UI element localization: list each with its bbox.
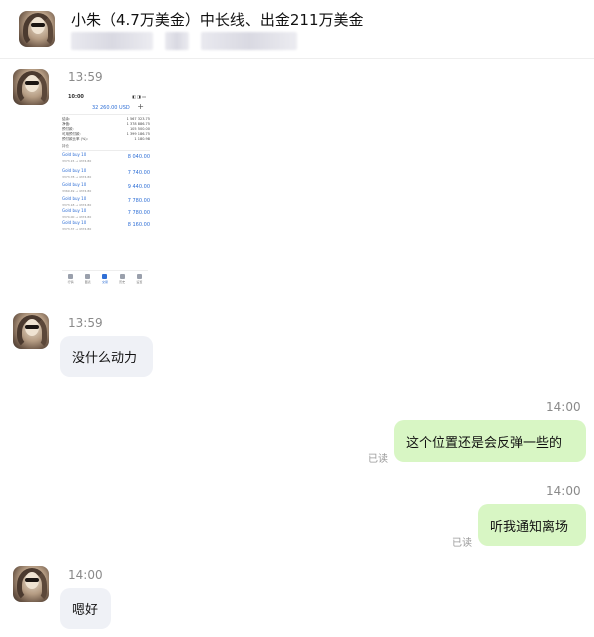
sender-avatar[interactable]: [13, 313, 49, 349]
avatar-glasses: [25, 578, 39, 582]
chat-title: 小朱（4.7万美金）中长线、出金211万美金: [71, 11, 364, 29]
shot-account-row: 预付款比率 (%): 1 180.98: [62, 137, 150, 141]
shot-status-icons: ◧ ◨ ▭: [132, 94, 146, 99]
shot-nav-item: 设置: [136, 274, 142, 284]
avatar-glasses: [25, 81, 39, 85]
sender-avatar[interactable]: [13, 566, 49, 602]
shot-balance: 32 260.00 USD: [92, 105, 130, 111]
blurred-subtitle: [201, 32, 297, 50]
divider: [62, 150, 150, 151]
message-timestamp: 13:59: [68, 316, 103, 330]
contact-avatar[interactable]: [19, 11, 55, 47]
avatar-glasses: [25, 325, 39, 329]
divider: [62, 114, 150, 115]
message-timestamp: 13:59: [68, 70, 103, 84]
shot-order-row: Gold buy 10 3373.15 → 4374.80 8 040.00: [62, 152, 150, 163]
sender-avatar[interactable]: [13, 69, 49, 105]
message-timestamp: 14:00: [68, 568, 103, 582]
outgoing-message[interactable]: 听我通知离场: [478, 504, 586, 546]
incoming-message[interactable]: 没什么动力: [60, 336, 153, 377]
read-receipt: 已读: [452, 538, 472, 549]
message-timestamp: 14:00: [546, 484, 581, 498]
shot-bottom-nav: 行情 图表 交易 历史 设置: [62, 270, 148, 287]
avatar-glasses: [31, 23, 45, 27]
blurred-subtitle: [165, 32, 189, 50]
shot-nav-item: 历史: [119, 274, 125, 284]
shot-nav-item: 行情: [68, 274, 74, 284]
shot-nav-item: 图表: [85, 274, 91, 284]
shot-section-label: 持仓: [62, 144, 69, 148]
shot-plus-icon: +: [137, 102, 144, 111]
blurred-subtitle: [71, 32, 153, 50]
message-timestamp: 14:00: [546, 400, 581, 414]
shot-order-row: Gold buy 10 3373.37 → 4374.80 8 160.00: [62, 220, 150, 231]
read-receipt: 已读: [368, 454, 388, 465]
image-message[interactable]: 10:00 ◧ ◨ ▭ 32 260.00 USD + 结余: 1 567 323…: [60, 92, 152, 288]
incoming-message[interactable]: 嗯好: [60, 588, 111, 629]
chat-window: 小朱（4.7万美金）中长线、出金211万美金 13:59 10:00 ◧ ◨ ▭…: [0, 0, 594, 637]
shot-nav-item: 交易: [102, 274, 108, 284]
outgoing-message[interactable]: 这个位置还是会反弹一些的: [394, 420, 586, 462]
chat-header: 小朱（4.7万美金）中长线、出金211万美金: [0, 0, 594, 59]
shot-clock: 10:00: [68, 94, 84, 100]
